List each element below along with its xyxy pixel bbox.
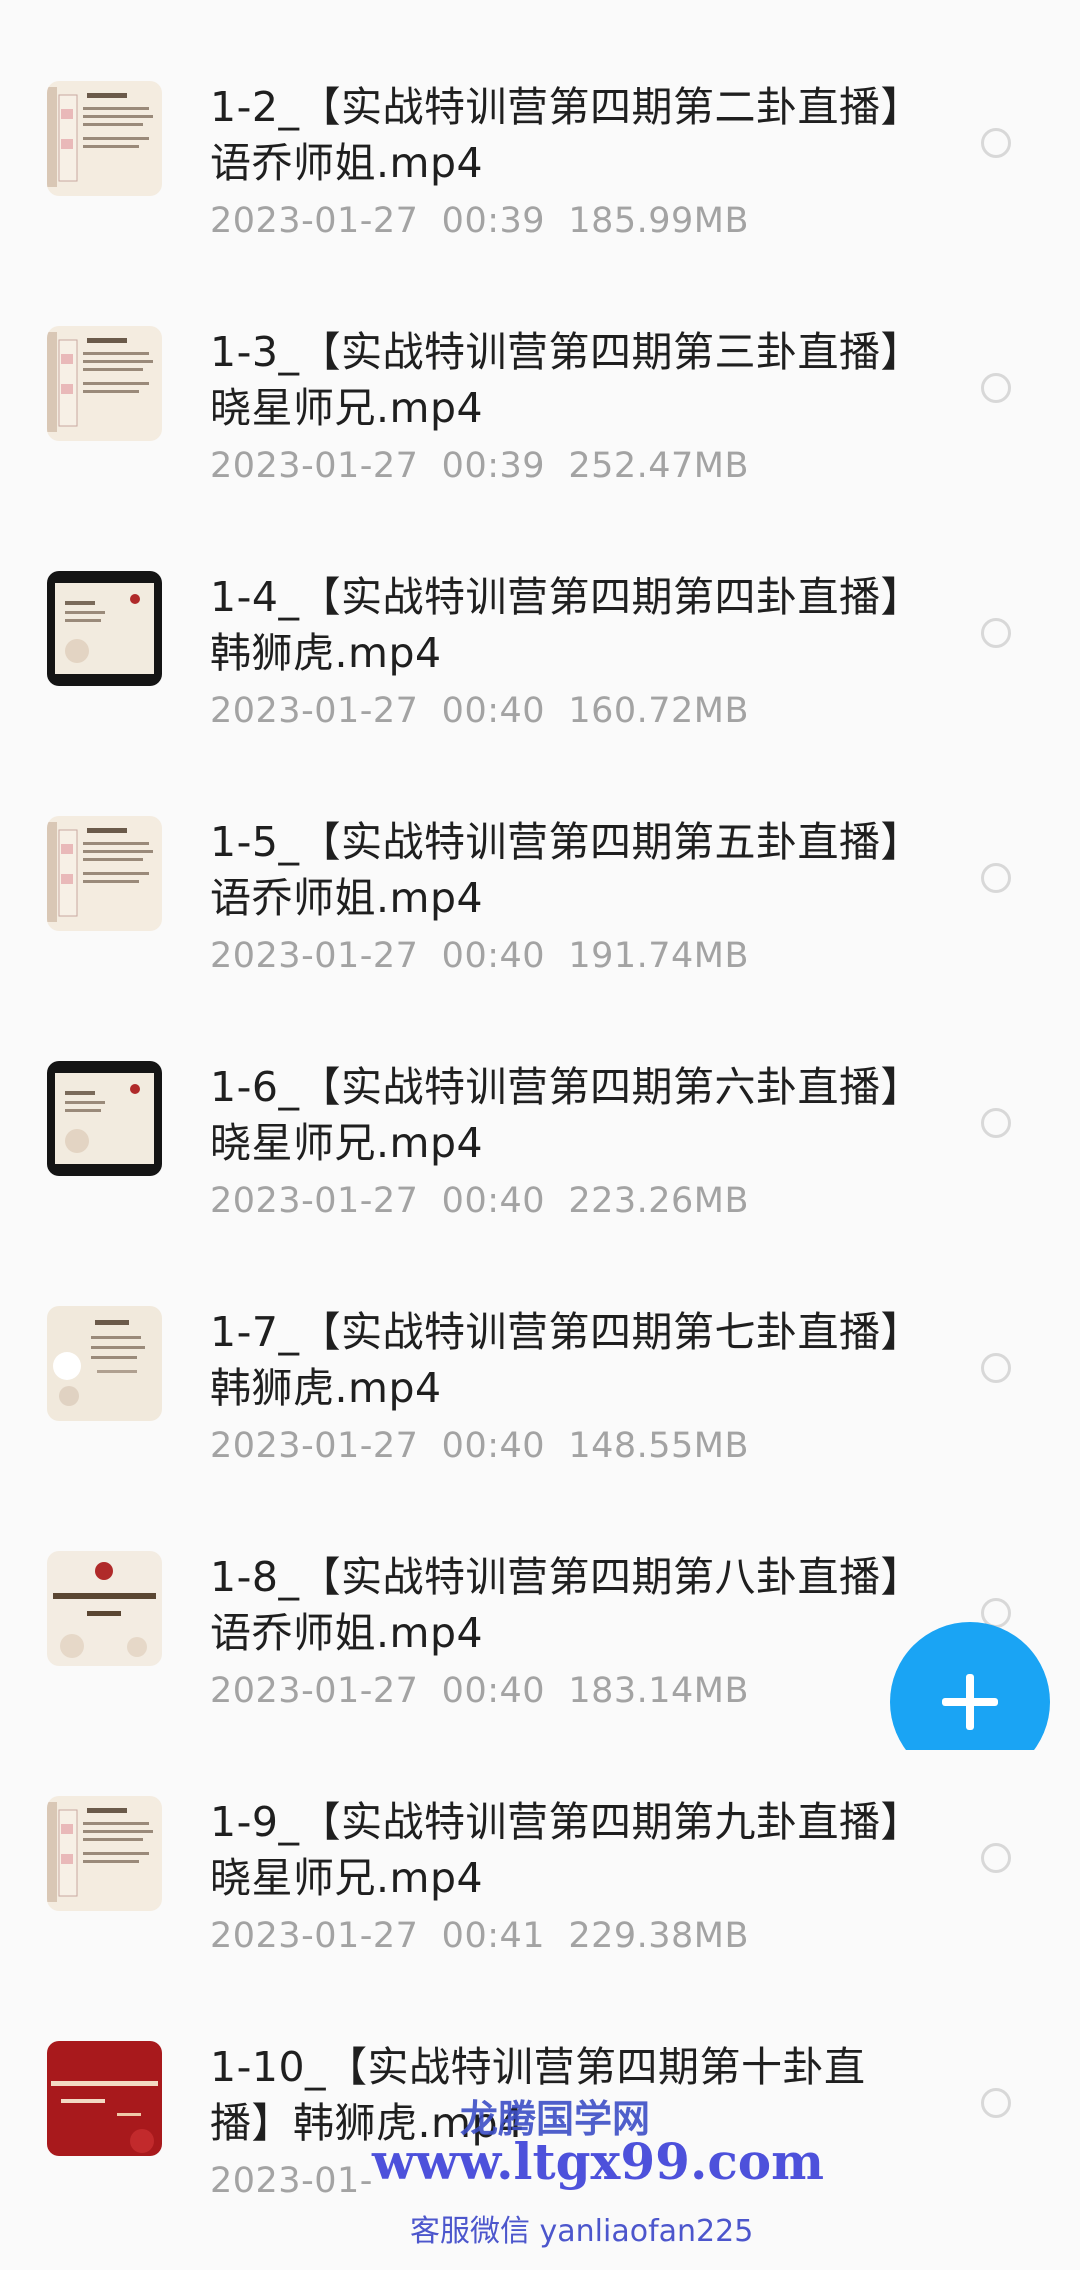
file-size: 148.55MB xyxy=(568,1426,749,1466)
file-time: 00:40 xyxy=(441,691,546,731)
file-size: 183.14MB xyxy=(568,1671,749,1711)
video-thumbnail xyxy=(47,326,162,441)
file-size: 191.74MB xyxy=(568,936,749,976)
select-radio[interactable] xyxy=(981,1108,1011,1138)
select-radio[interactable] xyxy=(981,1843,1011,1873)
file-meta: 2023-01-27 00:40 148.55MB xyxy=(210,1426,749,1466)
file-size: 223.26MB xyxy=(568,1181,749,1221)
file-title: 1-5_【实战特训营第四期第五卦直播】语乔师姐.mp4 xyxy=(210,818,902,922)
file-time: 00:39 xyxy=(441,201,546,241)
file-row[interactable]: 1-10_【实战特训营第四期第十卦直播】韩狮虎.mp4 2023-01- xyxy=(0,2025,1080,2270)
file-time: 00:40 xyxy=(441,1671,546,1711)
video-thumbnail xyxy=(47,1551,162,1666)
video-thumbnail xyxy=(47,816,162,931)
file-row[interactable]: 1-9_【实战特训营第四期第九卦直播】晓星师兄.mp4 2023-01-27 00… xyxy=(0,1780,1080,2025)
video-thumbnail xyxy=(47,1306,162,1421)
file-date: 2023-01-27 xyxy=(210,201,419,241)
file-row[interactable]: 1-6_【实战特训营第四期第六卦直播】晓星师兄.mp4 2023-01-27 00… xyxy=(0,1045,1080,1290)
file-meta: 2023-01-27 00:41 229.38MB xyxy=(210,1916,749,1956)
video-thumbnail xyxy=(47,571,162,686)
select-radio[interactable] xyxy=(981,128,1011,158)
file-title: 1-2_【实战特训营第四期第二卦直播】语乔师姐.mp4 xyxy=(210,83,902,187)
file-size: 229.38MB xyxy=(568,1916,749,1956)
video-thumbnail xyxy=(47,2041,162,2156)
file-meta: 2023-01-27 00:39 252.47MB xyxy=(210,446,749,486)
file-title: 1-4_【实战特训营第四期第四卦直播】韩狮虎.mp4 xyxy=(210,573,902,677)
file-meta: 2023-01- xyxy=(210,2161,419,2201)
file-meta: 2023-01-27 00:40 223.26MB xyxy=(210,1181,749,1221)
select-radio[interactable] xyxy=(981,2088,1011,2118)
file-size: 185.99MB xyxy=(568,201,749,241)
file-date: 2023-01-27 xyxy=(210,691,419,731)
file-date: 2023-01- xyxy=(210,2161,373,2201)
file-meta: 2023-01-27 00:40 183.14MB xyxy=(210,1671,749,1711)
file-row[interactable]: 1-5_【实战特训营第四期第五卦直播】语乔师姐.mp4 2023-01-27 00… xyxy=(0,800,1080,1045)
file-time: 00:40 xyxy=(441,936,546,976)
file-date: 2023-01-27 xyxy=(210,1916,419,1956)
select-radio[interactable] xyxy=(981,618,1011,648)
file-row[interactable]: 1-3_【实战特训营第四期第三卦直播】晓星师兄.mp4 2023-01-27 00… xyxy=(0,310,1080,555)
file-title: 1-10_【实战特训营第四期第十卦直播】韩狮虎.mp4 xyxy=(210,2043,866,2147)
file-meta: 2023-01-27 00:40 160.72MB xyxy=(210,691,749,731)
file-title: 1-3_【实战特训营第四期第三卦直播】晓星师兄.mp4 xyxy=(210,328,902,432)
file-date: 2023-01-27 xyxy=(210,1181,419,1221)
file-time: 00:40 xyxy=(441,1181,546,1221)
select-radio[interactable] xyxy=(981,1353,1011,1383)
file-meta: 2023-01-27 00:39 185.99MB xyxy=(210,201,749,241)
select-radio[interactable] xyxy=(981,863,1011,893)
file-date: 2023-01-27 xyxy=(210,936,419,976)
file-size: 252.47MB xyxy=(568,446,749,486)
file-time: 00:39 xyxy=(441,446,546,486)
file-title: 1-8_【实战特训营第四期第八卦直播】语乔师姐.mp4 xyxy=(210,1553,902,1657)
file-date: 2023-01-27 xyxy=(210,1671,419,1711)
video-thumbnail xyxy=(47,81,162,196)
plus-icon xyxy=(942,1674,998,1730)
file-title: 1-6_【实战特训营第四期第六卦直播】晓星师兄.mp4 xyxy=(210,1063,902,1167)
file-row[interactable]: 1-4_【实战特训营第四期第四卦直播】韩狮虎.mp4 2023-01-27 00:… xyxy=(0,555,1080,800)
video-thumbnail xyxy=(47,1796,162,1911)
video-thumbnail xyxy=(47,1061,162,1176)
file-size: 160.72MB xyxy=(568,691,749,731)
file-meta: 2023-01-27 00:40 191.74MB xyxy=(210,936,749,976)
file-time: 00:40 xyxy=(441,1426,546,1466)
file-row[interactable]: 1-7_【实战特训营第四期第七卦直播】韩狮虎.mp4 2023-01-27 00:… xyxy=(0,1290,1080,1535)
file-row[interactable]: 1-2_【实战特训营第四期第二卦直播】语乔师姐.mp4 2023-01-27 00… xyxy=(0,65,1080,310)
file-date: 2023-01-27 xyxy=(210,1426,419,1466)
add-button[interactable] xyxy=(890,1622,1050,1750)
file-date: 2023-01-27 xyxy=(210,446,419,486)
select-radio[interactable] xyxy=(981,373,1011,403)
file-title: 1-7_【实战特训营第四期第七卦直播】韩狮虎.mp4 xyxy=(210,1308,902,1412)
file-title: 1-9_【实战特训营第四期第九卦直播】晓星师兄.mp4 xyxy=(210,1798,902,1902)
file-time: 00:41 xyxy=(441,1916,546,1956)
